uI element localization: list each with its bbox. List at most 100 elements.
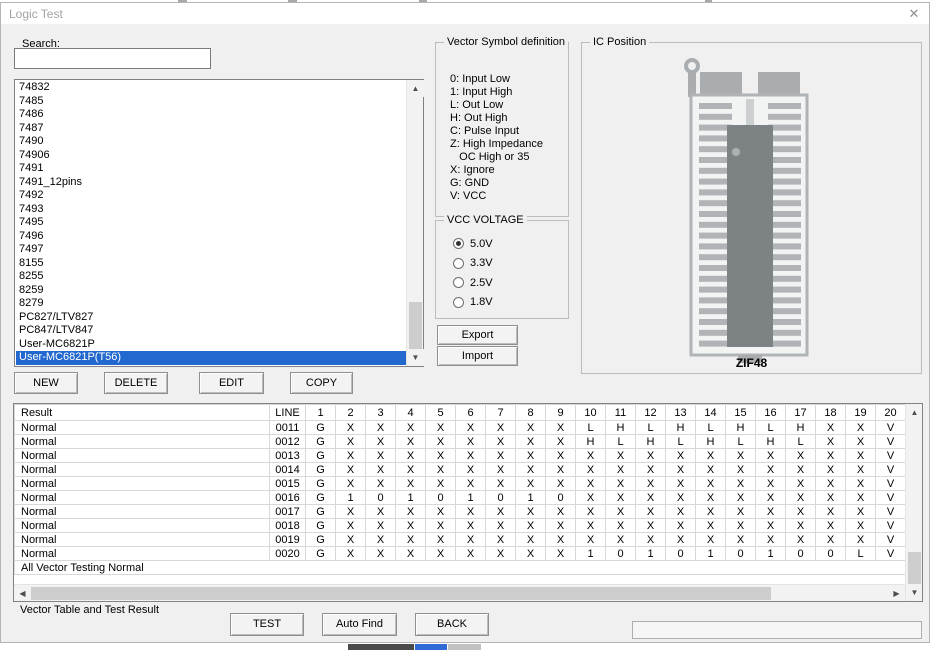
ic-list-scrollbar[interactable]: ▲ ▼ — [406, 80, 423, 366]
ic-list-item[interactable]: 7495 — [16, 216, 406, 230]
result-row[interactable]: Normal0017GXXXXXXXXXXXXXXXXXXV — [15, 505, 906, 519]
result-cell: 0 — [366, 491, 396, 505]
result-row[interactable]: Normal0011GXXXXXXXXLHLHLHLHXXV — [15, 421, 906, 435]
result-row[interactable]: Normal0014GXXXXXXXXXXXXXXXXXXV — [15, 463, 906, 477]
scroll-right-icon[interactable]: ▶ — [888, 585, 905, 602]
result-cell: V — [876, 519, 906, 533]
search-input[interactable] — [14, 48, 211, 69]
copy-button[interactable]: COPY — [290, 372, 353, 394]
ic-list-item[interactable]: 7486 — [16, 108, 406, 122]
export-button[interactable]: Export — [437, 325, 518, 345]
ic-list-item[interactable]: 7497 — [16, 243, 406, 257]
ic-list-item[interactable]: User-MC6821P — [16, 338, 406, 352]
result-cell: X — [366, 519, 396, 533]
scrollbar-thumb[interactable] — [908, 552, 921, 584]
auto-find-button[interactable]: Auto Find — [322, 613, 397, 636]
result-cell: X — [336, 519, 366, 533]
result-cell: V — [876, 547, 906, 561]
column-header: 6 — [456, 405, 486, 421]
ic-list-item[interactable]: PC847/LTV847 — [16, 324, 406, 338]
result-cell: V — [876, 435, 906, 449]
ic-list-item[interactable]: PC827/LTV827 — [16, 311, 406, 325]
radio-icon[interactable] — [453, 238, 464, 249]
scroll-up-icon[interactable]: ▲ — [407, 80, 424, 97]
result-cell: X — [726, 519, 756, 533]
result-cell: X — [486, 449, 516, 463]
vcc-option-1.8V[interactable]: 1.8V — [453, 293, 493, 313]
result-cell: X — [816, 519, 846, 533]
result-cell: H — [696, 435, 726, 449]
result-table: ResultLINE123456789101112131415161718192… — [13, 403, 923, 602]
back-button[interactable]: BACK — [415, 613, 489, 636]
ic-list-item[interactable]: 7492 — [16, 189, 406, 203]
result-row[interactable]: Normal0018GXXXXXXXXXXXXXXXXXXV — [15, 519, 906, 533]
result-cell: X — [426, 421, 456, 435]
result-row[interactable]: Normal0012GXXXXXXXXHLHLHLHLXXV — [15, 435, 906, 449]
column-header: 4 — [396, 405, 426, 421]
result-cell: X — [486, 547, 516, 561]
ic-list-item[interactable]: 7491_12pins — [16, 176, 406, 190]
ic-list-item[interactable]: 7490 — [16, 135, 406, 149]
radio-icon[interactable] — [453, 297, 464, 308]
result-cell: X — [846, 519, 876, 533]
result-row[interactable]: Normal0016G10101010XXXXXXXXXXV — [15, 491, 906, 505]
ic-list-item[interactable]: 7487 — [16, 122, 406, 136]
vector-symbol-group: Vector Symbol definition 0: Input Low1: … — [435, 42, 569, 217]
ic-list-item[interactable]: User-MC6821P(T56) — [16, 351, 406, 365]
vector-symbol-line: 0: Input Low — [450, 73, 543, 86]
vcc-option-3.3V[interactable]: 3.3V — [453, 254, 493, 274]
ic-listbox[interactable]: 7483274857486748774907490674917491_12pin… — [14, 79, 424, 367]
radio-icon[interactable] — [453, 277, 464, 288]
result-table-vscrollbar[interactable]: ▲ ▼ — [905, 404, 922, 601]
result-cell: X — [666, 477, 696, 491]
result-cell: X — [546, 547, 576, 561]
test-button[interactable]: TEST — [230, 613, 304, 636]
result-cell: X — [516, 477, 546, 491]
ic-list-item[interactable]: 8279 — [16, 297, 406, 311]
ic-list-item[interactable]: 8255 — [16, 270, 406, 284]
edit-button[interactable]: EDIT — [199, 372, 264, 394]
zif-socket-icon — [582, 51, 923, 365]
radio-icon[interactable] — [453, 258, 464, 269]
ic-list-item[interactable]: 7496 — [16, 230, 406, 244]
close-icon[interactable]: ✕ — [905, 5, 923, 23]
result-cell: Normal — [15, 519, 270, 533]
result-table-hscrollbar[interactable]: ◀ ▶ — [14, 584, 905, 601]
column-header: 16 — [756, 405, 786, 421]
ic-list-item[interactable]: 7491 — [16, 162, 406, 176]
result-cell: 1 — [756, 547, 786, 561]
result-row[interactable]: Normal0015GXXXXXXXXXXXXXXXXXXV — [15, 477, 906, 491]
scrollbar-thumb[interactable] — [31, 587, 771, 600]
result-cell: X — [366, 449, 396, 463]
result-cell: 0016 — [270, 491, 306, 505]
ic-list-item[interactable]: 74832 — [16, 81, 406, 95]
result-cell: X — [726, 463, 756, 477]
result-cell: X — [606, 491, 636, 505]
ic-list-item[interactable]: 8259 — [16, 284, 406, 298]
ic-list-item[interactable]: 8155 — [16, 257, 406, 271]
result-row[interactable]: Normal0013GXXXXXXXXXXXXXXXXXXV — [15, 449, 906, 463]
ic-list-item[interactable]: 74906 — [16, 149, 406, 163]
import-button[interactable]: Import — [437, 346, 518, 366]
scroll-down-icon[interactable]: ▼ — [906, 584, 923, 601]
result-cell: G — [306, 533, 336, 547]
result-row[interactable]: Normal0019GXXXXXXXXXXXXXXXXXXV — [15, 533, 906, 547]
result-cell: X — [636, 505, 666, 519]
titlebar[interactable]: Logic Test ✕ — [1, 3, 929, 24]
scroll-down-icon[interactable]: ▼ — [407, 349, 424, 366]
scroll-up-icon[interactable]: ▲ — [906, 404, 923, 421]
result-cell: X — [816, 421, 846, 435]
delete-button[interactable]: DELETE — [104, 372, 168, 394]
vcc-option-5.0V[interactable]: 5.0V — [453, 234, 493, 254]
ic-list-item[interactable]: 7493 — [16, 203, 406, 217]
new-button[interactable]: NEW — [14, 372, 78, 394]
vcc-option-2.5V[interactable]: 2.5V — [453, 273, 493, 293]
result-cell: H — [606, 421, 636, 435]
scroll-left-icon[interactable]: ◀ — [14, 585, 31, 602]
scrollbar-thumb[interactable] — [409, 302, 422, 349]
column-header: 9 — [546, 405, 576, 421]
ic-list-item[interactable]: 7485 — [16, 95, 406, 109]
vector-symbol-line: C: Pulse Input — [450, 125, 543, 138]
result-cell: V — [876, 449, 906, 463]
result-row[interactable]: Normal0020GXXXXXXXX101010100LV — [15, 547, 906, 561]
